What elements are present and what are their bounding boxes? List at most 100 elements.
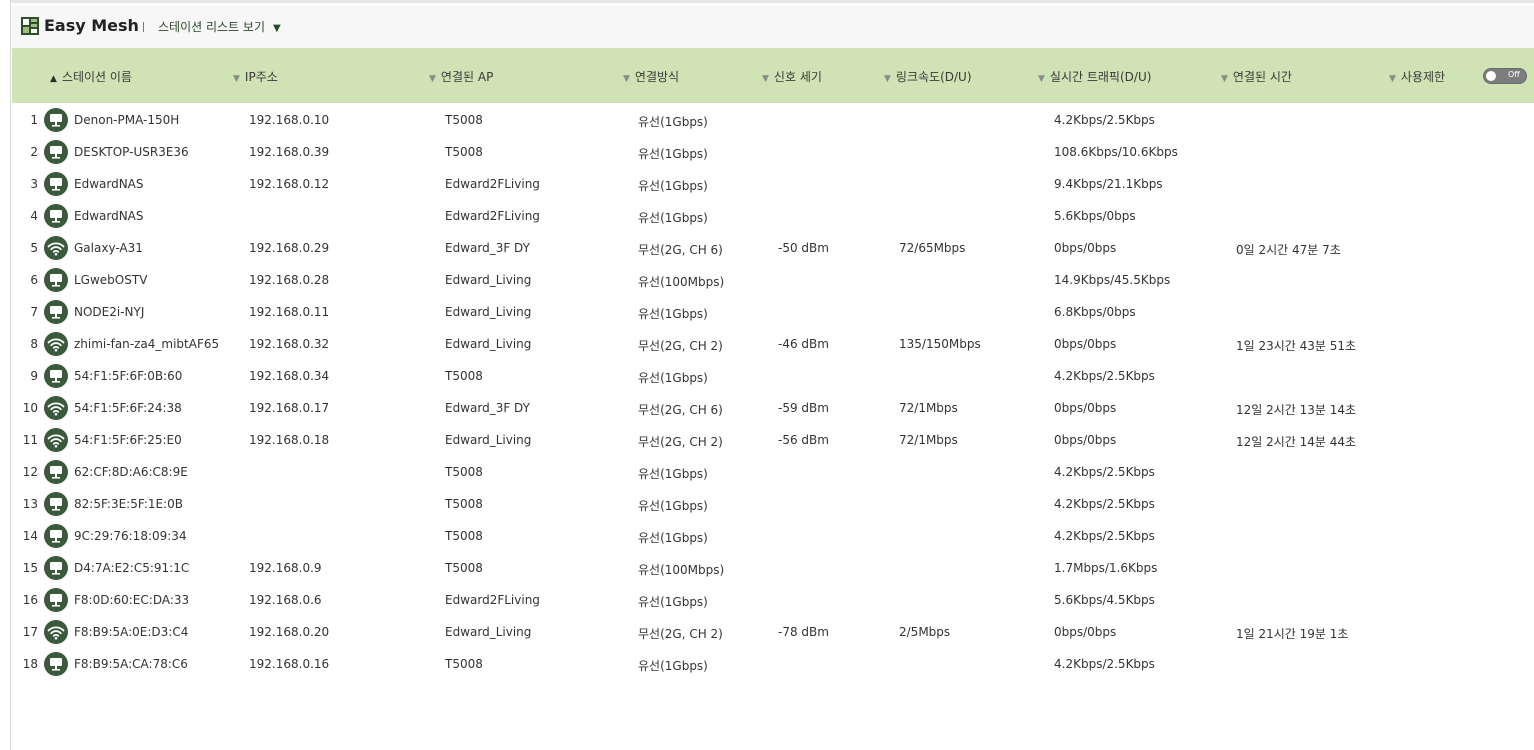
connection-type-cell: 유선(1Gbps) <box>638 531 708 545</box>
wifi-icon <box>44 332 68 356</box>
traffic-cell: 108.6Kbps/10.6Kbps <box>1054 145 1178 159</box>
ip-cell: 192.168.0.10 <box>249 113 330 127</box>
connected-time-cell: 12일 2시간 14분 44초 <box>1236 435 1357 449</box>
table-row[interactable]: 13 82:5F:3E:5F:1E:0B T5008 유선(1Gbps) 4.2Kbps… <box>12 488 1534 520</box>
ip-cell: 192.168.0.6 <box>249 593 322 607</box>
table-row[interactable]: 6 LGwebOSTV 192.168.0.28 Edward_Living 유선(10… <box>12 264 1534 296</box>
column-header-signal[interactable]: ▼ 신호 세기 <box>762 68 822 85</box>
ip-cell: 192.168.0.20 <box>249 625 330 639</box>
sort-desc-icon: ▼ <box>884 74 891 84</box>
table-row[interactable]: 17 F8:B9:5A:0E:D3:C4 192.168.0.20 Edward_Li… <box>12 616 1534 648</box>
sort-desc-icon: ▼ <box>623 74 630 84</box>
usage-limit-toggle[interactable]: Off <box>1483 68 1527 84</box>
ap-cell: Edward_Living <box>445 305 532 319</box>
link-speed-cell: 135/150Mbps <box>899 337 981 351</box>
ap-cell: Edward2FLiving <box>445 177 540 191</box>
ip-cell: 192.168.0.28 <box>249 273 330 287</box>
column-header-connected-time[interactable]: ▼ 연결된 시간 <box>1221 68 1292 85</box>
signal-cell: -50 dBm <box>778 241 829 255</box>
row-number: 18 <box>22 657 38 671</box>
table-row[interactable]: 16 F8:0D:60:EC:DA:33 192.168.0.6 Edward2FLi… <box>12 584 1534 616</box>
link-speed-cell: 72/1Mbps <box>899 433 958 447</box>
wired-device-icon <box>44 364 68 388</box>
column-header-station-name[interactable]: ▲ 스테이션 이름 <box>50 68 132 85</box>
wired-device-icon <box>44 492 68 516</box>
column-header-traffic[interactable]: ▼ 실시간 트래픽(D/U) <box>1038 68 1151 85</box>
column-label: 링크속도(D/U) <box>895 70 972 84</box>
ap-cell: Edward_Living <box>445 625 532 639</box>
table-row[interactable]: 1 Denon-PMA-150H 192.168.0.10 T5008 유선(1Gbps… <box>12 104 1534 136</box>
row-number: 5 <box>30 241 38 255</box>
row-number: 3 <box>30 177 38 191</box>
view-selector-label: 스테이션 리스트 보기 <box>158 20 265 34</box>
table-row[interactable]: 2 DESKTOP-USR3E36 192.168.0.39 T5008 유선(1Gbp… <box>12 136 1534 168</box>
wifi-icon <box>44 236 68 260</box>
ap-cell: Edward_3F DY <box>445 241 530 255</box>
connection-type-cell: 유선(1Gbps) <box>638 499 708 513</box>
ap-cell: Edward_3F DY <box>445 401 530 415</box>
row-number: 7 <box>30 305 38 319</box>
traffic-cell: 14.9Kbps/45.5Kbps <box>1054 273 1171 287</box>
column-header-ip[interactable]: ▼ IP주소 <box>233 68 278 85</box>
ap-cell: T5008 <box>445 145 483 159</box>
ap-cell: T5008 <box>445 465 483 479</box>
row-number: 11 <box>22 433 38 447</box>
link-speed-cell: 2/5Mbps <box>899 625 951 639</box>
table-row[interactable]: 7 NODE2i-NYJ 192.168.0.11 Edward_Living 유선(1… <box>12 296 1534 328</box>
wired-device-icon <box>44 460 68 484</box>
table-row[interactable]: 10 54:F1:5F:6F:24:38 192.168.0.17 Edward_3F… <box>12 392 1534 424</box>
view-selector-dropdown[interactable]: 스테이션 리스트 보기 ▼ <box>158 18 281 35</box>
station-name-cell: F8:0D:60:EC:DA:33 <box>74 593 190 607</box>
traffic-cell: 6.8Kbps/0bps <box>1054 305 1136 319</box>
traffic-cell: 4.2Kbps/2.5Kbps <box>1054 465 1155 479</box>
station-name-cell: Galaxy-A31 <box>74 241 143 255</box>
table-row[interactable]: 4 EdwardNAS Edward2FLiving 유선(1Gbps) 5.6Kbps… <box>12 200 1534 232</box>
station-name-cell: D4:7A:E2:C5:91:1C <box>74 561 190 575</box>
station-name-cell: 54:F1:5F:6F:24:38 <box>74 401 182 415</box>
column-header-usage-limit[interactable]: ▼ 사용제한 <box>1389 68 1445 85</box>
column-header-link-speed[interactable]: ▼ 링크속도(D/U) <box>884 68 972 85</box>
ap-cell: T5008 <box>445 113 483 127</box>
wired-device-icon <box>44 204 68 228</box>
station-name-cell: NODE2i-NYJ <box>74 305 145 319</box>
station-list: 1 Denon-PMA-150H 192.168.0.10 T5008 유선(1Gbps… <box>12 104 1534 680</box>
connection-type-cell: 무선(2G, CH 6) <box>638 403 723 417</box>
station-name-cell: LGwebOSTV <box>74 273 148 287</box>
connection-type-cell: 유선(1Gbps) <box>638 371 708 385</box>
link-speed-cell: 72/1Mbps <box>899 401 958 415</box>
table-row[interactable]: 11 54:F1:5F:6F:25:E0 192.168.0.18 Edward_Li… <box>12 424 1534 456</box>
table-row[interactable]: 9 54:F1:5F:6F:0B:60 192.168.0.34 T5008 유선(1G… <box>12 360 1534 392</box>
traffic-cell: 5.6Kbps/0bps <box>1054 209 1136 223</box>
wifi-icon <box>44 396 68 420</box>
column-header-ap[interactable]: ▼ 연결된 AP <box>429 68 493 85</box>
table-row[interactable]: 12 62:CF:8D:A6:C8:9E T5008 유선(1Gbps) 4.2Kbps… <box>12 456 1534 488</box>
connection-type-cell: 유선(1Gbps) <box>638 115 708 129</box>
station-name-cell: 9C:29:76:18:09:34 <box>74 529 187 543</box>
column-label: 연결방식 <box>634 70 680 84</box>
connection-type-cell: 유선(100Mbps) <box>638 563 725 577</box>
ap-cell: Edward2FLiving <box>445 593 540 607</box>
table-row[interactable]: 15 D4:7A:E2:C5:91:1C 192.168.0.9 T5008 유선(10… <box>12 552 1534 584</box>
title-divider <box>143 22 144 32</box>
station-name-cell: F8:B9:5A:CA:78:C6 <box>74 657 188 671</box>
table-row[interactable]: 8 zhimi-fan-za4_mibtAF65 192.168.0.32 Edwar… <box>12 328 1534 360</box>
wifi-icon <box>44 428 68 452</box>
ip-cell: 192.168.0.9 <box>249 561 322 575</box>
table-row[interactable]: 5 Galaxy-A31 192.168.0.29 Edward_3F DY 무선(2G… <box>12 232 1534 264</box>
sort-asc-icon: ▲ <box>50 74 57 84</box>
ip-cell: 192.168.0.12 <box>249 177 330 191</box>
traffic-cell: 0bps/0bps <box>1054 337 1117 351</box>
table-row[interactable]: 14 9C:29:76:18:09:34 T5008 유선(1Gbps) 4.2Kbps… <box>12 520 1534 552</box>
traffic-cell: 0bps/0bps <box>1054 433 1117 447</box>
table-row[interactable]: 18 F8:B9:5A:CA:78:C6 192.168.0.16 T5008 유선(1… <box>12 648 1534 680</box>
connection-type-cell: 유선(1Gbps) <box>638 147 708 161</box>
row-number: 8 <box>30 337 38 351</box>
row-number: 1 <box>30 113 38 127</box>
traffic-cell: 5.6Kbps/4.5Kbps <box>1054 593 1155 607</box>
table-row[interactable]: 3 EdwardNAS 192.168.0.12 Edward2FLiving 유선(1… <box>12 168 1534 200</box>
signal-cell: -59 dBm <box>778 401 829 415</box>
station-name-cell: DESKTOP-USR3E36 <box>74 145 189 159</box>
column-header-connection-type[interactable]: ▼ 연결방식 <box>623 68 679 85</box>
row-number: 10 <box>22 401 38 415</box>
signal-cell: -46 dBm <box>778 337 829 351</box>
